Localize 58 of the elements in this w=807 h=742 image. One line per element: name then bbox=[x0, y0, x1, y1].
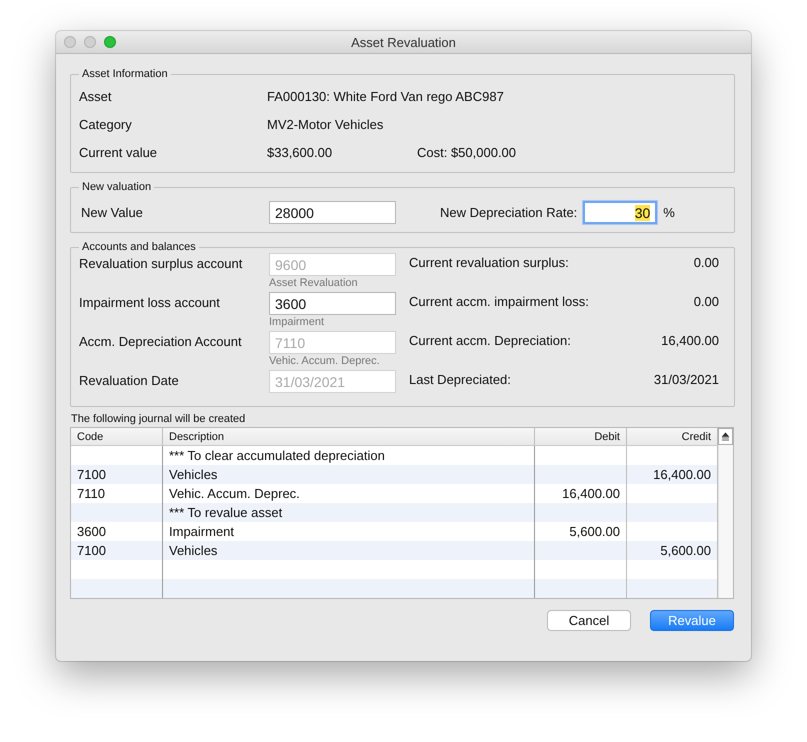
table-cell: Vehicles bbox=[169, 543, 218, 558]
column-chooser-icon[interactable] bbox=[718, 428, 733, 445]
input-field[interactable]: 3600 bbox=[269, 292, 396, 315]
group-title: Accounts and balances bbox=[81, 241, 197, 253]
table-cell: 5,600.00 bbox=[660, 543, 711, 558]
table-cell: *** To revalue asset bbox=[169, 505, 282, 520]
table-cell: Vehic. Accum. Deprec. bbox=[169, 486, 300, 501]
balance-label: Current accm. Depreciation: bbox=[409, 332, 572, 348]
balance-value: 16,400.00 bbox=[660, 332, 719, 348]
table-row[interactable]: *** To revalue asset bbox=[71, 503, 718, 522]
field-label: Accm. Depreciation Account bbox=[79, 333, 243, 349]
field-value: FA000130: White Ford Van rego ABC987 bbox=[267, 88, 505, 104]
window-title: Asset Revaluation bbox=[351, 34, 456, 50]
zoom-button[interactable] bbox=[104, 36, 116, 48]
balance-value: 0.00 bbox=[692, 293, 719, 309]
account-name: Vehic. Accum. Deprec. bbox=[269, 354, 381, 367]
table-row[interactable]: 7100 Vehicles 5,600.00 bbox=[71, 541, 718, 560]
balance-label: Current revaluation surplus: bbox=[409, 254, 570, 270]
table-cell: 7110 bbox=[77, 486, 105, 501]
field-label: Revaluation Date bbox=[79, 372, 180, 388]
field-value: Cost: $50,000.00 bbox=[417, 144, 516, 160]
balance-value: 31/03/2021 bbox=[652, 371, 719, 387]
field-value: MV2-Motor Vehicles bbox=[267, 116, 384, 132]
column-header[interactable]: Debit bbox=[535, 428, 627, 445]
group-title: New valuation bbox=[81, 181, 152, 193]
table-row[interactable]: 7100 Vehicles 16,400.00 bbox=[71, 465, 718, 484]
input-field[interactable]: 30 bbox=[583, 201, 658, 224]
unit-label: % bbox=[663, 205, 675, 220]
account-name: Impairment bbox=[269, 315, 326, 328]
account-name: Asset Revaluation bbox=[269, 276, 359, 289]
table-cell: 16,400.00 bbox=[562, 486, 620, 501]
field-label: Asset bbox=[79, 88, 113, 104]
table-cell: 7100 bbox=[77, 543, 106, 558]
group-title: Asset Information bbox=[81, 68, 169, 80]
table-cell: Impairment bbox=[169, 524, 234, 539]
field-label: New Value bbox=[80, 205, 144, 220]
field-label: Current value bbox=[79, 144, 158, 160]
column-header[interactable]: Description bbox=[163, 428, 535, 445]
close-button[interactable] bbox=[64, 36, 76, 48]
table-cell: Vehicles bbox=[169, 467, 218, 482]
field-label: Revaluation surplus account bbox=[79, 255, 244, 271]
field-value: $33,600.00 bbox=[267, 144, 334, 160]
table-cell: 7100 bbox=[77, 467, 106, 482]
field-label: New Depreciation Rate: bbox=[440, 205, 578, 220]
input-field[interactable]: 28000 bbox=[269, 201, 396, 224]
balance-value: 0.00 bbox=[692, 254, 719, 270]
table-cell: 5,600.00 bbox=[569, 524, 620, 539]
column-header[interactable]: Code bbox=[71, 428, 163, 445]
table-cell: 16,400.00 bbox=[653, 467, 711, 482]
table-cell: 3600 bbox=[77, 524, 106, 539]
field-label: Category bbox=[79, 116, 133, 132]
table-cell: *** To clear accumulated depreciation bbox=[169, 448, 385, 463]
balance-label: Last Depreciated: bbox=[409, 371, 512, 387]
field-label: Impairment loss account bbox=[79, 294, 221, 310]
minimize-button[interactable] bbox=[84, 36, 96, 48]
journal-caption: The following journal will be created bbox=[71, 413, 246, 425]
cancel-button[interactable]: Cancel bbox=[547, 610, 631, 631]
balance-label: Current accm. impairment loss: bbox=[409, 293, 590, 309]
